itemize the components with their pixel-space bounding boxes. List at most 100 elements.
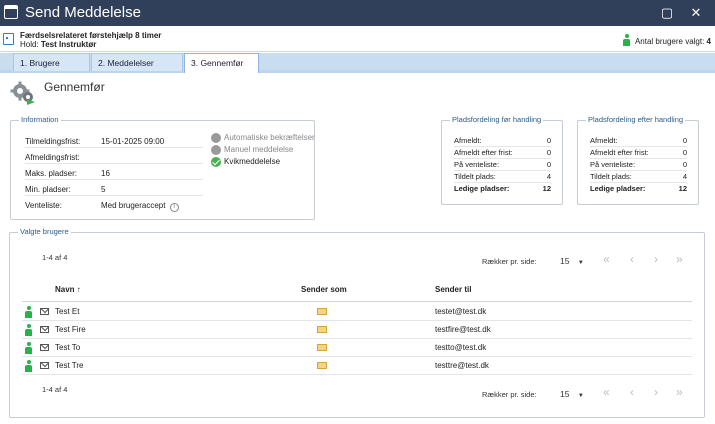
info-label: Afmeldingsfrist: [25,153,80,162]
tab-gennemfoer[interactable]: 3. Gennemfør [184,53,259,73]
column-name[interactable]: Navn ↑ [55,285,81,294]
selected-count: 4 [706,37,711,46]
option-label: Automatiske bekræftelser [224,133,315,142]
close-button[interactable]: ✕ [686,3,706,23]
rows-per-page-value: 15 [560,389,570,399]
option-indicator-icon [211,145,221,155]
stat-label: Afmeldt efter frist: [454,148,513,157]
window-icon [4,5,18,19]
last-page-icon[interactable]: » [676,253,683,265]
prev-page-icon[interactable]: ‹ [630,253,634,265]
stat-row: Tildelt plads: 4 [454,171,551,183]
user-email: testto@test.dk [435,343,487,352]
stat-label: Tildelt plads: [590,172,632,181]
person-icon [25,360,32,372]
stat-value: 0 [682,136,687,145]
info-value: Med brugeraccept i [101,199,179,212]
user-email: testtre@test.dk [435,361,489,370]
user-name: Test Tre [55,361,84,370]
stat-value: 0 [546,148,551,157]
tab-brugere[interactable]: 1. Brugere [13,53,90,71]
info-icon[interactable]: i [169,203,179,212]
maximize-button[interactable]: ▢ [657,3,677,23]
distribution-after-box: Pladsfordeling efter handling Afmeldt: 0 … [577,115,699,205]
last-page-icon[interactable]: » [676,386,683,398]
column-sender-as: Sender som [301,285,347,294]
title-bar: Send Meddelelse ▢ ✕ [0,0,715,26]
stat-value: 12 [542,184,551,193]
person-icon [25,342,32,354]
rows-per-page-select-top[interactable]: 15 ▼ [560,256,584,266]
stat-label: Afmeldt: [590,136,618,145]
stat-label: Afmeldt efter frist: [590,148,649,157]
stat-label: Afmeldt: [454,136,482,145]
option-indicator-icon [211,133,221,143]
information-legend: Information [19,115,61,125]
stat-label: Ledige pladser: [454,184,510,193]
distribution-before-legend: Pladsfordeling før handling [450,115,544,125]
selected-users-count: Antal brugere valgt: 4 [623,32,711,46]
hold-info: Hold: Test Instruktør [20,40,96,49]
mail-icon [40,344,49,351]
rows-per-page-select-bottom[interactable]: 15 ▼ [560,389,584,399]
info-label: Venteliste: [25,201,62,210]
info-value: 16 [101,169,110,178]
option-label: Manuel meddelelse [224,145,294,154]
first-page-icon[interactable]: « [603,253,610,265]
info-value: 5 [101,185,106,194]
stat-label: På venteliste: [590,160,636,169]
hold-label: Hold: [20,40,39,49]
user-name: Test To [55,343,81,352]
envelope-icon [317,362,327,369]
info-label: Tilmeldingsfrist: [25,137,81,146]
first-page-icon[interactable]: « [603,386,610,398]
option-label: Kvikmeddelelse [224,157,281,166]
person-icon [623,34,631,46]
stat-label: På venteliste: [454,160,500,169]
user-name: Test Et [55,307,80,316]
mail-icon [40,326,49,333]
user-name: Test Fire [55,325,86,334]
stat-row: På venteliste: 0 [590,159,687,171]
stat-row: Ledige pladser: 12 [590,183,687,195]
rows-per-page-value: 15 [560,256,570,266]
stat-value: 0 [682,148,687,157]
range-text-bottom: 1-4 af 4 [42,385,68,394]
stat-label: Ledige pladser: [590,184,646,193]
table-row[interactable]: Test Fire testfire@test.dk [22,321,692,339]
person-icon [25,306,32,318]
info-value: 15-01-2025 09:00 [101,137,165,146]
stat-value: 4 [546,172,551,181]
stat-row: Ledige pladser: 12 [454,183,551,195]
table-row[interactable]: Test Et testet@test.dk [22,303,692,321]
wizard-tabs: 1. Brugere 2. Meddelelser 3. Gennemfør [0,53,715,73]
selected-users-legend: Valgte brugere [18,227,71,237]
information-box: Information Tilmeldingsfrist: 15-01-2025… [10,115,315,220]
mail-icon [40,308,49,315]
stat-value: 0 [682,160,687,169]
calendar-icon [3,33,14,45]
rows-per-page-label-bottom: Rækker pr. side: [482,390,537,399]
table-row[interactable]: Test Tre testtre@test.dk [22,357,692,375]
table-row[interactable]: Test To testto@test.dk [22,339,692,357]
person-icon [25,324,32,336]
info-row: Min. pladser: 5 [25,183,203,196]
chevron-down-icon: ▼ [577,260,584,266]
stat-value: 12 [678,184,687,193]
next-page-icon[interactable]: › [654,253,658,265]
stat-row: Afmeldt: 0 [590,135,687,147]
prev-page-icon[interactable]: ‹ [630,386,634,398]
info-label: Min. pladser: [25,185,71,194]
next-page-icon[interactable]: › [654,386,658,398]
stat-row: Afmeldt efter frist: 0 [590,147,687,159]
gears-icon [10,81,35,105]
course-info-bar: Færdselsrelateret førstehjælp 8 timer Ho… [0,26,715,52]
check-icon [211,157,221,167]
course-name: Færdselsrelateret førstehjælp 8 timer [20,31,162,40]
chevron-down-icon: ▼ [577,393,584,399]
users-table-header: Navn ↑ Sender som Sender til [22,280,692,302]
stat-value: 0 [546,136,551,145]
tab-meddelelser[interactable]: 2. Meddelelser [91,53,183,71]
rows-per-page-label-top: Rækker pr. side: [482,257,537,266]
stat-value: 4 [682,172,687,181]
